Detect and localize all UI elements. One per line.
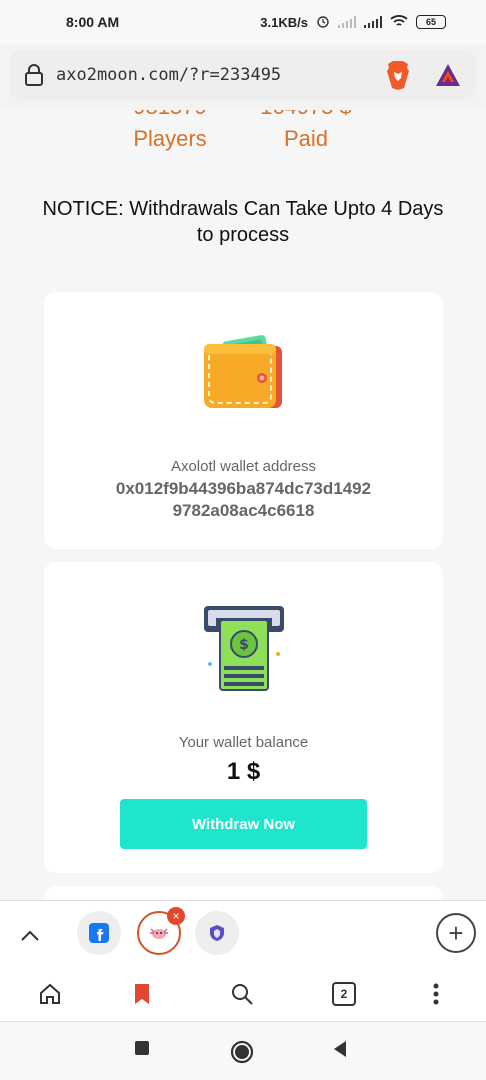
search-button[interactable] xyxy=(228,980,256,1008)
close-tab-button[interactable]: × xyxy=(167,907,185,925)
wallet-address-line1: 0x012f9b44396ba874dc73d1492 xyxy=(115,479,372,498)
system-home-button[interactable] xyxy=(230,1040,254,1064)
status-bar: 8:00 AM 3.1KB/s 65 xyxy=(0,0,486,44)
url-text[interactable]: axo2moon.com/?r=233495 xyxy=(56,65,384,85)
status-indicators: 3.1KB/s 65 xyxy=(260,14,446,31)
tab-count: 2 xyxy=(332,982,356,1006)
battery-icon: 65 xyxy=(416,15,446,29)
bookmarks-button[interactable] xyxy=(128,980,156,1008)
wallet-address-value: 0x012f9b44396ba874dc73d1492 9782a08ac4c6… xyxy=(44,478,443,522)
axolotl-favicon-icon xyxy=(150,928,168,939)
paid-value: 164975 $ xyxy=(254,110,358,118)
players-value: 981579 xyxy=(120,110,220,118)
wallet-address-label: Axolotl wallet address xyxy=(170,458,317,475)
withdraw-notice: NOTICE: Withdrawals Can Take Upto 4 Days… xyxy=(42,198,444,246)
back-button[interactable] xyxy=(332,1040,348,1058)
tab-switcher-button[interactable]: 2 xyxy=(330,980,358,1008)
wallet-balance-label: Your wallet balance xyxy=(178,734,309,751)
players-label: Players xyxy=(133,126,207,151)
menu-button[interactable] xyxy=(422,980,450,1008)
signal-icon-sim1 xyxy=(338,16,356,28)
more-vertical-icon xyxy=(433,983,439,1005)
back-triangle-icon xyxy=(334,1041,346,1057)
tab-axo2moon[interactable]: × xyxy=(137,907,185,955)
home-button[interactable] xyxy=(36,980,64,1008)
wallet-balance-value: 1 $ xyxy=(226,758,261,785)
chevron-up-icon xyxy=(21,930,39,941)
search-icon xyxy=(232,984,253,1005)
svg-text:$: $ xyxy=(239,637,249,653)
address-bar[interactable]: axo2moon.com/?r=233495 xyxy=(10,50,476,100)
lock-icon[interactable] xyxy=(24,64,44,86)
next-card xyxy=(44,886,443,900)
facebook-icon xyxy=(89,923,109,943)
stat-players: 981579 Players xyxy=(120,110,220,152)
wifi-icon xyxy=(390,14,408,31)
bookmark-icon xyxy=(135,984,149,1004)
status-time: 8:00 AM xyxy=(66,14,120,30)
shield-favicon-icon xyxy=(210,925,224,941)
wallet-address-line2: 9782a08ac4c6618 xyxy=(172,501,315,520)
alarm-icon xyxy=(316,14,330,31)
cash-atm-icon: $ xyxy=(202,604,286,703)
network-speed: 3.1KB/s xyxy=(260,14,308,30)
recents-button[interactable] xyxy=(134,1040,150,1056)
new-tab-button[interactable]: + xyxy=(436,913,476,953)
wallet-address-card: Axolotl wallet address 0x012f9b44396ba87… xyxy=(44,292,443,549)
system-nav-bar xyxy=(0,1022,486,1080)
stats-row: 981579 Players 164975 $ Paid xyxy=(0,110,486,160)
bat-rewards-icon[interactable] xyxy=(434,62,462,88)
signal-icon-sim2 xyxy=(364,16,382,28)
collapse-tabs-button[interactable] xyxy=(16,921,44,949)
browser-nav-bar: 2 xyxy=(0,964,486,1022)
home-icon xyxy=(40,983,60,1004)
brave-lion-icon[interactable] xyxy=(384,60,412,90)
paid-label: Paid xyxy=(283,126,329,151)
stat-paid: 164975 $ Paid xyxy=(254,110,358,152)
wallet-icon xyxy=(202,330,286,421)
web-page: 981579 Players 164975 $ Paid NOTICE: Wit… xyxy=(0,110,486,900)
circle-icon xyxy=(230,1040,254,1064)
open-tabs-bar: × + xyxy=(0,900,486,964)
square-icon xyxy=(135,1041,149,1055)
tab-other-site[interactable] xyxy=(195,911,239,955)
tab-facebook[interactable] xyxy=(77,911,121,955)
wallet-balance-card: $ Your wallet balance 1 $ Withdraw Now xyxy=(44,562,443,873)
withdraw-now-button[interactable]: Withdraw Now xyxy=(120,799,367,849)
